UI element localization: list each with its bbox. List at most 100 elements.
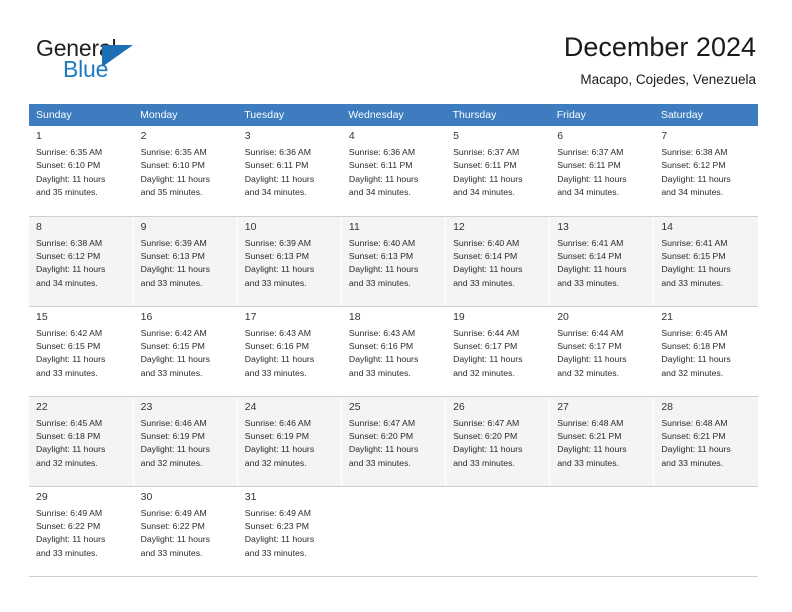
sunrise-text: Sunrise: 6:48 AM [661,417,728,428]
calendar-day-cell[interactable]: 28 Sunrise: 6:48 AM Sunset: 6:21 PM Dayligh… [653,396,758,487]
sunrise-text: Sunrise: 6:38 AM [36,237,103,248]
sunrise-text: Sunrise: 6:47 AM [348,417,416,428]
day-details: Sunrise: 6:49 AM Sunset: 6:22 PM Daylight:… [141,507,231,561]
calendar-day-cell[interactable]: 10 Sunrise: 6:39 AM Sunset: 6:13 PM Dayligh… [237,216,342,307]
calendar-day-cell[interactable]: 14 Sunrise: 6:41 AM Sunset: 6:15 PM Dayligh… [653,216,758,307]
day-details: Sunrise: 6:45 AM Sunset: 6:18 PM Daylight:… [36,417,127,471]
calendar-day-cell[interactable]: 5 Sunrise: 6:37 AM Sunset: 6:11 PM Daylight… [445,126,551,217]
calendar-day-cell[interactable]: 17 Sunrise: 6:43 AM Sunset: 6:16 PM Dayligh… [237,306,342,397]
daylight-text-line1: Daylight: 11 hours [453,444,523,455]
day-number: 5 [453,130,459,142]
daylight-text-line2: and 33 minutes. [244,277,307,288]
sunset-text: Sunset: 6:17 PM [453,340,518,351]
weekday-header-monday: Monday [133,104,238,126]
sunset-text: Sunset: 6:11 PM [244,160,309,171]
daylight-text-line1: Daylight: 11 hours [348,173,419,184]
daylight-text-line1: Daylight: 11 hours [244,173,315,184]
calendar-day-cell[interactable]: 25 Sunrise: 6:47 AM Sunset: 6:20 PM Dayligh… [341,396,447,487]
sunset-text: Sunset: 6:13 PM [140,250,205,261]
calendar-day-cell[interactable]: 23 Sunrise: 6:46 AM Sunset: 6:19 PM Dayligh… [133,396,238,487]
day-details: Sunrise: 6:49 AM Sunset: 6:23 PM Daylight:… [245,507,335,561]
day-number: 16 [140,310,153,323]
calendar-day-cell[interactable]: 15 Sunrise: 6:42 AM Sunset: 6:15 PM Dayligh… [29,306,134,397]
calendar-day-cell[interactable]: 18 Sunrise: 6:43 AM Sunset: 6:16 PM Dayligh… [341,306,447,397]
daylight-text-line2: and 32 minutes. [453,367,515,378]
daylight-text-line1: Daylight: 11 hours [36,534,106,545]
calendar-day-cell[interactable]: 31 Sunrise: 6:49 AM Sunset: 6:23 PM Dayligh… [237,486,342,577]
calendar-day-cell[interactable]: 19 Sunrise: 6:44 AM Sunset: 6:17 PM Dayligh… [445,306,551,397]
daylight-text-line2: and 33 minutes. [661,457,724,468]
weekday-header-sunday: Sunday [29,104,134,126]
daylight-text-line2: and 34 minutes. [244,187,307,198]
calendar-day-cell[interactable]: 7 Sunrise: 6:38 AM Sunset: 6:12 PM Daylight… [653,126,758,217]
calendar-day-cell[interactable]: 13 Sunrise: 6:41 AM Sunset: 6:14 PM Dayligh… [549,216,655,307]
sunset-text: Sunset: 6:18 PM [36,430,101,441]
calendar-day-cell[interactable]: 9 Sunrise: 6:39 AM Sunset: 6:13 PM Daylight… [133,216,238,307]
day-details: Sunrise: 6:43 AM Sunset: 6:16 PM Daylight:… [245,327,335,381]
daylight-text-line2: and 34 minutes. [453,187,515,198]
day-number: 7 [661,130,668,142]
calendar-day-cell[interactable]: 3 Sunrise: 6:36 AM Sunset: 6:11 PM Daylight… [237,126,342,217]
daylight-text-line1: Daylight: 11 hours [453,354,523,365]
sunrise-text: Sunrise: 6:43 AM [244,327,311,338]
calendar-day-cell[interactable]: 6 Sunrise: 6:37 AM Sunset: 6:11 PM Daylight… [549,126,655,217]
daylight-text-line2: and 32 minutes. [36,457,98,468]
calendar-day-cell[interactable]: 1 Sunrise: 6:35 AM Sunset: 6:10 PM Daylight… [29,126,134,217]
calendar-day-cell[interactable]: 24 Sunrise: 6:46 AM Sunset: 6:19 PM Dayligh… [237,396,342,487]
calendar-day-cell[interactable]: 12 Sunrise: 6:40 AM Sunset: 6:14 PM Dayligh… [445,216,551,307]
calendar-day-cell[interactable]: 30 Sunrise: 6:49 AM Sunset: 6:22 PM Dayligh… [133,486,238,577]
sunrise-text: Sunrise: 6:42 AM [36,327,103,338]
sunset-text: Sunset: 6:19 PM [140,430,205,441]
day-number: 12 [453,220,465,233]
day-number: 27 [557,400,569,413]
calendar-day-cell[interactable]: 29 Sunrise: 6:49 AM Sunset: 6:22 PM Dayligh… [29,486,134,577]
sunset-text: Sunset: 6:10 PM [140,160,205,171]
sunrise-text: Sunrise: 6:35 AM [140,147,207,157]
sunrise-text: Sunrise: 6:38 AM [661,147,728,157]
calendar-day-cell[interactable]: 27 Sunrise: 6:48 AM Sunset: 6:21 PM Dayligh… [549,396,655,487]
sunrise-text: Sunrise: 6:36 AM [244,147,311,157]
day-number: 17 [244,310,257,323]
day-details: Sunrise: 6:48 AM Sunset: 6:21 PM Daylight:… [661,417,752,471]
calendar-day-cell[interactable]: 2 Sunrise: 6:35 AM Sunset: 6:10 PM Daylight… [133,126,238,217]
calendar-day-cell[interactable]: 22 Sunrise: 6:45 AM Sunset: 6:18 PM Dayligh… [29,396,134,487]
sunset-text: Sunset: 6:18 PM [661,340,726,351]
daylight-text-line1: Daylight: 11 hours [36,354,106,365]
daylight-text-line1: Daylight: 11 hours [348,444,419,455]
calendar-day-cell[interactable]: 11 Sunrise: 6:40 AM Sunset: 6:13 PM Dayligh… [341,216,447,307]
calendar-day-cell[interactable]: 4 Sunrise: 6:36 AM Sunset: 6:11 PM Daylight… [341,126,447,217]
day-number: 6 [557,130,564,142]
daylight-text-line2: and 33 minutes. [36,547,98,558]
day-details: Sunrise: 6:40 AM Sunset: 6:14 PM Daylight:… [453,237,543,291]
calendar-day-cell[interactable]: 16 Sunrise: 6:42 AM Sunset: 6:15 PM Dayligh… [133,306,238,397]
daylight-text-line2: and 33 minutes. [348,277,411,288]
daylight-text-line1: Daylight: 11 hours [661,264,731,275]
daylight-text-line1: Daylight: 11 hours [244,444,315,455]
calendar-day-cell[interactable]: 8 Sunrise: 6:38 AM Sunset: 6:12 PM Daylight… [29,216,134,307]
calendar-week-row: 22 Sunrise: 6:45 AM Sunset: 6:18 PM Dayligh… [29,396,758,487]
sunrise-text: Sunrise: 6:45 AM [661,327,728,338]
day-details: Sunrise: 6:37 AM Sunset: 6:11 PM Daylight:… [557,146,647,200]
sunset-text: Sunset: 6:15 PM [36,340,101,351]
daylight-text-line1: Daylight: 11 hours [140,534,211,545]
sunrise-text: Sunrise: 6:49 AM [244,507,311,518]
calendar-cell-empty [341,486,447,577]
sunset-text: Sunset: 6:20 PM [453,430,518,441]
daylight-text-line1: Daylight: 11 hours [140,173,211,184]
day-details: Sunrise: 6:40 AM Sunset: 6:13 PM Daylight:… [349,237,439,291]
weekday-header-thursday: Thursday [445,104,550,126]
day-number: 2 [140,130,147,142]
day-details: Sunrise: 6:42 AM Sunset: 6:15 PM Daylight:… [36,327,127,381]
day-number: 1 [36,130,42,142]
daylight-text-line1: Daylight: 11 hours [244,354,315,365]
calendar-day-cell[interactable]: 21 Sunrise: 6:45 AM Sunset: 6:18 PM Dayligh… [653,306,758,397]
daylight-text-line1: Daylight: 11 hours [557,444,627,455]
day-details: Sunrise: 6:44 AM Sunset: 6:17 PM Daylight:… [557,327,647,381]
general-blue-logo[interactable]: General Blue [36,36,166,86]
day-number: 28 [661,400,674,413]
day-number: 26 [453,400,465,413]
day-details: Sunrise: 6:42 AM Sunset: 6:15 PM Daylight:… [141,327,231,381]
calendar-day-cell[interactable]: 26 Sunrise: 6:47 AM Sunset: 6:20 PM Dayligh… [445,396,551,487]
calendar-day-cell[interactable]: 20 Sunrise: 6:44 AM Sunset: 6:17 PM Dayligh… [549,306,655,397]
day-details: Sunrise: 6:39 AM Sunset: 6:13 PM Daylight:… [141,237,231,291]
